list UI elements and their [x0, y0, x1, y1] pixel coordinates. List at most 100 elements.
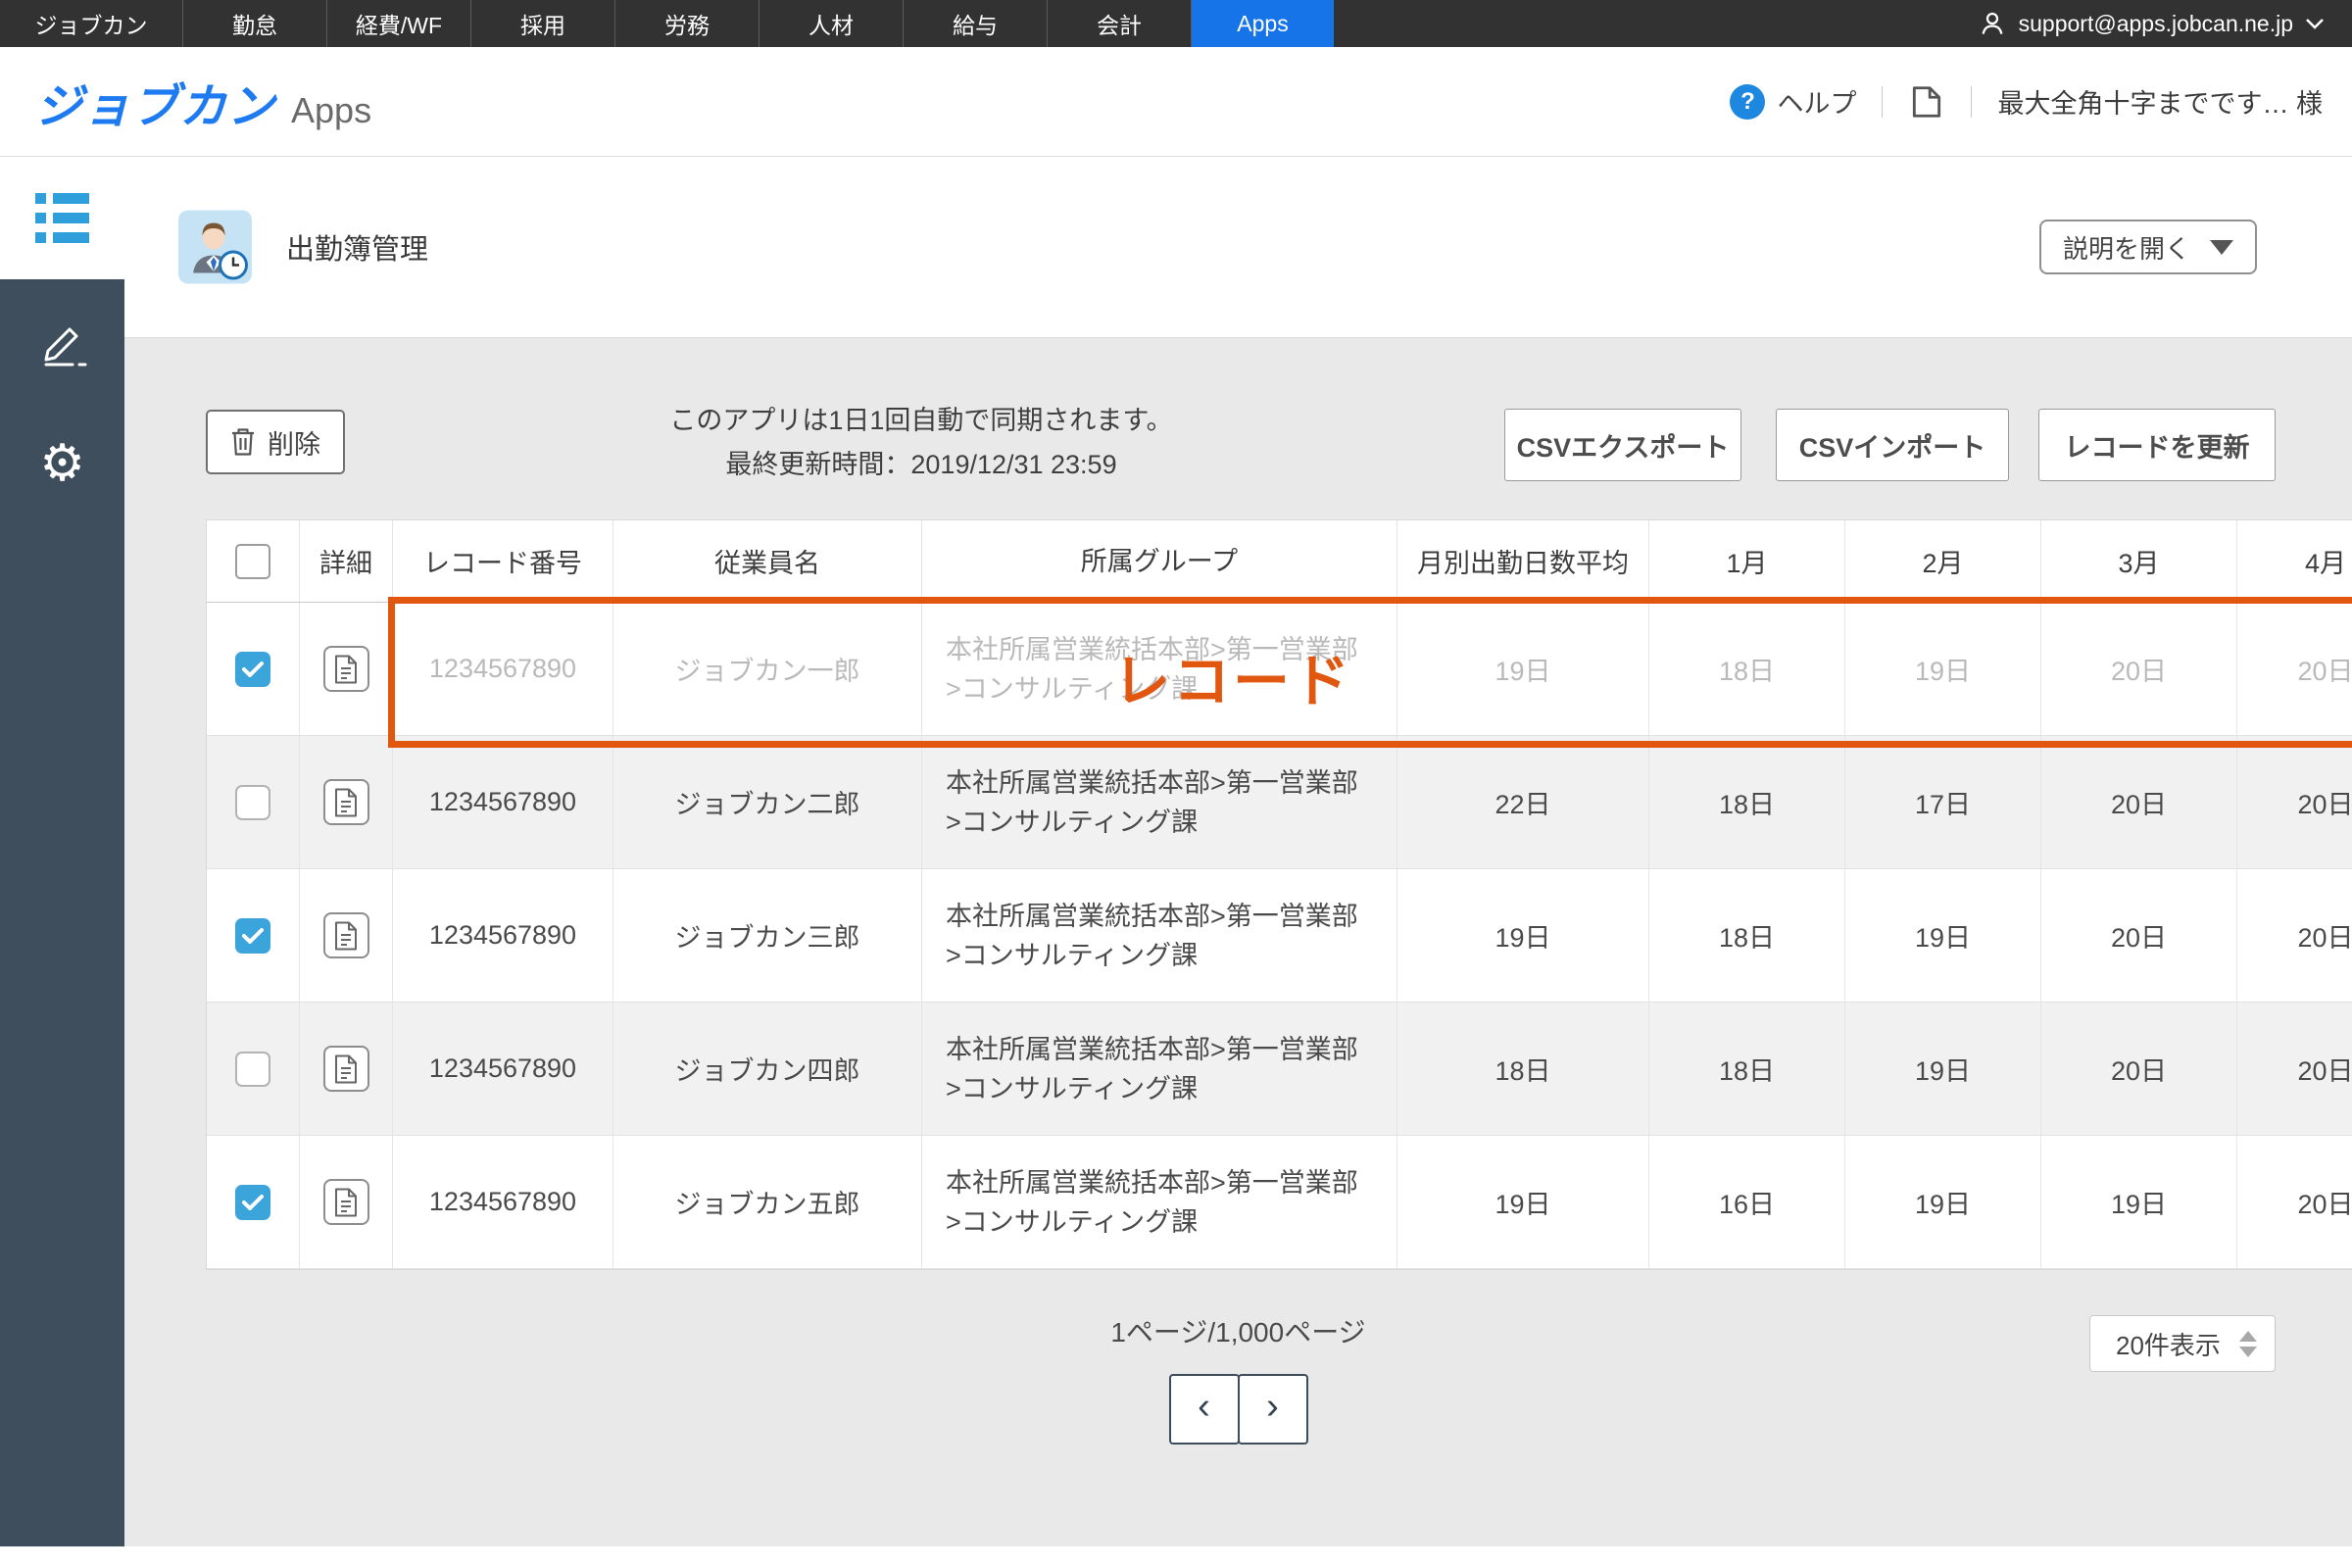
record-number: 1234567890	[393, 603, 613, 735]
check-icon	[242, 1194, 264, 1210]
jan-value: 18日	[1649, 736, 1845, 868]
delete-button[interactable]: 削除	[206, 410, 345, 474]
nav-tab-kaikei[interactable]: 会計	[1048, 0, 1192, 47]
document-icon	[335, 788, 357, 816]
feb-value: 19日	[1845, 869, 2041, 1002]
monthly-avg-value: 18日	[1397, 1003, 1649, 1135]
divider	[1971, 85, 1973, 118]
header-mar: 3月	[2041, 520, 2237, 602]
nav-tab-jobcan[interactable]: ジョブカン	[0, 0, 183, 47]
table-row: 1234567890 ジョブカン一郎 本社所属営業統括本部>第一営業部>コンサル…	[207, 603, 2352, 736]
detail-button[interactable]	[322, 1046, 369, 1092]
employee-name: ジョブカン五郎	[613, 1136, 922, 1268]
detail-button[interactable]	[322, 646, 369, 692]
prev-page-button[interactable]: ‹	[1168, 1374, 1240, 1445]
sync-note-line1: このアプリは1日1回自動で同期されます。	[669, 406, 1173, 435]
help-icon: ?	[1730, 83, 1766, 120]
brand-logo[interactable]: ジョブカン Apps	[35, 68, 371, 136]
nav-tab-keihi-wf[interactable]: 経費/WF	[327, 0, 471, 47]
apr-value: 20日	[2297, 1190, 2352, 1219]
apr-value: 20日	[2297, 657, 2352, 686]
update-records-button[interactable]: レコードを更新	[2038, 409, 2276, 481]
page-size-select[interactable]: 20件表示	[2089, 1315, 2276, 1372]
apr-value: 20日	[2297, 790, 2352, 819]
open-description-button[interactable]: 説明を開く	[2039, 220, 2257, 274]
attendance-avatar-icon	[193, 222, 248, 280]
detail-button[interactable]	[322, 1179, 369, 1225]
nav-tab-saiyo[interactable]: 採用	[471, 0, 615, 47]
sidebar-item-records[interactable]	[0, 157, 124, 279]
monthly-avg-value: 19日	[1397, 869, 1649, 1002]
divider	[1882, 85, 1884, 118]
detail-button[interactable]	[322, 912, 369, 958]
logo-apps: Apps	[291, 89, 372, 130]
record-number: 1234567890	[393, 1136, 613, 1268]
sync-note: このアプリは1日1回自動で同期されます。 最終更新時間：2019/12/31 2…	[529, 399, 1313, 487]
records-table: 詳細 レコード番号 従業員名 所属グループ 月別出勤日数平均 1月 2月 3月 …	[206, 519, 2352, 1270]
nav-tab-jinzai[interactable]: 人材	[760, 0, 904, 47]
document-icon	[335, 921, 357, 950]
group-path: 本社所属営業統括本部>第一営業部>コンサルティング課	[922, 603, 1397, 735]
nav-tab-kyuyo[interactable]: 給与	[904, 0, 1048, 47]
check-icon	[242, 927, 264, 944]
sidebar-item-edit[interactable]	[0, 279, 124, 402]
mar-value: 20日	[2041, 736, 2237, 868]
feb-value: 17日	[1845, 736, 2041, 868]
csv-import-button[interactable]: CSVインポート	[1776, 409, 2009, 481]
sidebar: ⚙	[0, 157, 124, 1546]
header-monthly-avg: 月別出勤日数平均	[1397, 520, 1649, 602]
nav-tab-romu[interactable]: 労務	[615, 0, 760, 47]
next-page-button[interactable]: ›	[1237, 1374, 1308, 1445]
employee-name: ジョブカン三郎	[613, 869, 922, 1002]
sidebar-item-settings[interactable]: ⚙	[0, 402, 124, 524]
mar-value: 19日	[2041, 1136, 2237, 1268]
group-path: 本社所属営業統括本部>第一営業部>コンサルティング課	[922, 869, 1397, 1002]
gear-icon: ⚙	[39, 433, 85, 493]
app-header: ジョブカン Apps ? ヘルプ 最大全角十字までです… 様	[0, 47, 2352, 157]
record-number: 1234567890	[393, 736, 613, 868]
mar-value: 20日	[2041, 1003, 2237, 1135]
apr-value: 20日	[2297, 923, 2352, 953]
record-number: 1234567890	[393, 1003, 613, 1135]
select-all-checkbox[interactable]	[235, 543, 270, 579]
table-row: 1234567890 ジョブカン四郎 本社所属営業統括本部>第一営業部>コンサル…	[207, 1003, 2352, 1136]
table-header-row: 詳細 レコード番号 従業員名 所属グループ 月別出勤日数平均 1月 2月 3月 …	[207, 520, 2352, 603]
header-right: ? ヘルプ 最大全角十字までです… 様	[1730, 47, 2323, 156]
csv-export-button[interactable]: CSVエクスポート	[1504, 409, 1741, 481]
nav-tab-apps[interactable]: Apps	[1192, 0, 1334, 47]
check-icon	[242, 661, 264, 677]
account-email: support@apps.jobcan.ne.jp	[2018, 10, 2293, 36]
row-checkbox[interactable]	[235, 1184, 270, 1220]
header-apr: 4月	[2304, 549, 2347, 578]
jan-value: 16日	[1649, 1136, 1845, 1268]
jan-value: 18日	[1649, 1003, 1845, 1135]
row-checkbox[interactable]	[235, 651, 270, 687]
row-checkbox[interactable]	[235, 784, 270, 820]
header-employee-name: 従業員名	[613, 520, 922, 602]
app-icon	[178, 210, 252, 284]
list-icon	[35, 193, 89, 243]
document-icon	[335, 655, 357, 683]
mar-value: 20日	[2041, 603, 2237, 735]
nav-tab-kintai[interactable]: 勤怠	[183, 0, 327, 47]
page-title: 出勤簿管理	[286, 234, 429, 266]
help-link[interactable]: ? ヘルプ	[1730, 82, 1856, 121]
trash-icon	[232, 428, 254, 456]
top-nav: ジョブカン 勤怠 経費/WF 採用 労務 人材 給与 会計 Apps suppo…	[0, 0, 2352, 47]
account-menu[interactable]: support@apps.jobcan.ne.jp	[1978, 0, 2352, 47]
detail-button[interactable]	[322, 779, 369, 825]
table-row: 1234567890 ジョブカン二郎 本社所属営業統括本部>第一営業部>コンサル…	[207, 736, 2352, 869]
file-icon[interactable]	[1908, 83, 1945, 121]
table-row: 1234567890 ジョブカン五郎 本社所属営業統括本部>第一営業部>コンサル…	[207, 1136, 2352, 1269]
group-path: 本社所属営業統括本部>第一営業部>コンサルティング課	[922, 1003, 1397, 1135]
header-detail: 詳細	[300, 520, 393, 602]
header-jan: 1月	[1649, 520, 1845, 602]
document-icon	[335, 1188, 357, 1216]
user-name: 最大全角十字までです… 様	[1997, 89, 2323, 119]
user-icon	[1982, 12, 2003, 34]
row-checkbox[interactable]	[235, 1051, 270, 1087]
row-checkbox[interactable]	[235, 917, 270, 954]
jan-value: 18日	[1649, 603, 1845, 735]
page-size-value: 20件表示	[2116, 1330, 2221, 1360]
header-group: 所属グループ	[922, 520, 1397, 602]
